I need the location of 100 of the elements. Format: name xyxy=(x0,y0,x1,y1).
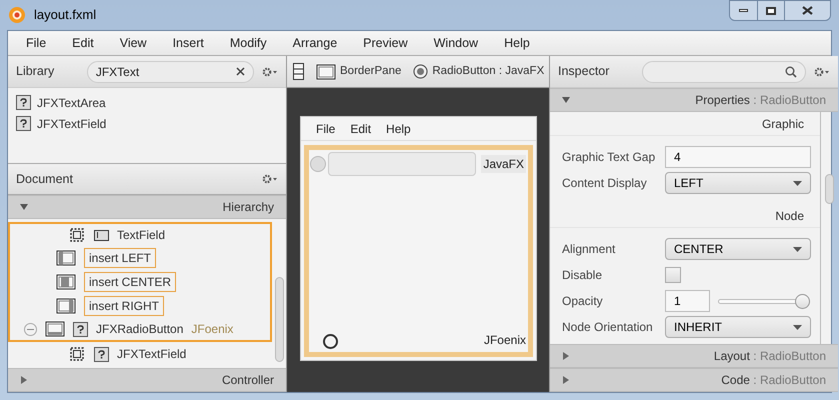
insert-placeholder: insert CENTER xyxy=(84,272,176,292)
unknown-component-icon xyxy=(94,346,109,362)
section-bar[interactable]: Hierarchy xyxy=(8,195,286,219)
slider-thumb[interactable] xyxy=(795,294,810,308)
section-subject: : RadioButton xyxy=(752,93,826,107)
border-pane-icon xyxy=(56,274,76,290)
minimize-button[interactable] xyxy=(730,1,758,20)
breadcrumb-item[interactable] xyxy=(293,63,304,80)
border-pane-icon xyxy=(45,321,65,337)
section-bar[interactable]: Controller xyxy=(8,368,286,392)
tree-row[interactable]: JFXRadioButton JFoenix xyxy=(8,318,272,342)
caret-icon xyxy=(793,324,802,330)
collapse-toggle-icon[interactable] xyxy=(24,322,37,336)
anchor-pane-icon xyxy=(68,226,86,244)
property-label: Graphic Text Gap xyxy=(562,149,656,166)
section-heading: Graphic xyxy=(762,116,804,132)
property-label: Content Display xyxy=(562,175,648,192)
scrollbar-thumb[interactable] xyxy=(825,174,834,204)
tree-row[interactable]: insert LEFT xyxy=(8,246,272,270)
property-label: Alignment xyxy=(562,241,616,258)
library-tag: JFoenix xyxy=(191,320,234,338)
dropdown[interactable]: INHERIT xyxy=(665,316,811,338)
preview-label: JavaFX xyxy=(481,155,526,173)
radio-button-icon xyxy=(413,64,428,79)
menu-item[interactable]: Arrange xyxy=(284,34,346,52)
property-label: Opacity xyxy=(562,293,604,310)
menu-item[interactable]: Edit xyxy=(64,34,102,52)
expand-arrow-icon[interactable] xyxy=(562,376,570,384)
app-logo-icon xyxy=(8,6,26,24)
scrollbar-thumb[interactable] xyxy=(274,277,284,362)
anchor-pane-icon xyxy=(68,345,86,363)
border-pane-icon xyxy=(56,250,76,266)
section-heading: Node xyxy=(775,208,804,224)
library-item[interactable]: JFXTextField xyxy=(16,113,278,134)
section-bar[interactable]: Layout : RadioButton xyxy=(550,344,838,368)
menu-item[interactable]: Preview xyxy=(355,34,416,52)
panel-title: Document xyxy=(16,170,73,188)
close-button[interactable] xyxy=(785,1,830,20)
search-field[interactable] xyxy=(642,60,806,82)
tree-label: TextField xyxy=(117,227,166,244)
settings-icon[interactable] xyxy=(262,174,278,184)
text-field[interactable] xyxy=(328,152,476,176)
menu-item[interactable]: View xyxy=(112,34,155,52)
insert-placeholder: insert RIGHT xyxy=(84,296,164,316)
vbox-icon xyxy=(293,63,304,80)
section-subject: : RadioButton xyxy=(752,373,826,387)
section-title: Code xyxy=(721,373,750,387)
collapse-arrow-icon[interactable] xyxy=(20,203,28,211)
section-bar[interactable]: Code : RadioButton xyxy=(550,368,838,392)
breadcrumb-item[interactable]: BorderPane xyxy=(316,62,402,80)
border-pane-icon xyxy=(316,64,336,80)
radio-button[interactable] xyxy=(323,334,338,349)
menu-item[interactable]: Window xyxy=(426,34,486,52)
unknown-component-icon xyxy=(16,95,31,110)
breadcrumb-item[interactable]: RadioButton : JavaFX xyxy=(413,62,544,80)
maximize-button[interactable] xyxy=(758,1,785,20)
menu-item[interactable]: Insert xyxy=(164,34,212,52)
menu-item[interactable]: Help xyxy=(496,34,538,52)
text-field[interactable]: 1 xyxy=(665,290,710,312)
preview-label: JFoenix xyxy=(484,332,526,349)
section-bar[interactable]: Properties : RadioButton xyxy=(550,88,838,112)
text-field[interactable]: 4 xyxy=(665,146,811,168)
dropdown[interactable]: LEFT xyxy=(665,172,811,194)
close-icon xyxy=(802,6,813,15)
tree-row[interactable]: TextField xyxy=(8,222,272,246)
menu-item[interactable]: File xyxy=(18,34,54,52)
section-title: Properties xyxy=(695,93,750,107)
tree-label: JFXTextField xyxy=(117,346,186,363)
menu-item[interactable]: Modify xyxy=(222,34,275,52)
property-label: Disable xyxy=(562,267,604,284)
section-title: Layout xyxy=(714,349,750,363)
settings-icon[interactable] xyxy=(814,66,830,76)
section-title: Controller xyxy=(222,373,274,387)
collapse-arrow-icon[interactable] xyxy=(562,96,570,104)
opacity-slider[interactable] xyxy=(718,294,810,308)
tree-row[interactable]: insert RIGHT xyxy=(8,294,272,318)
tree-row[interactable]: JFXTextField xyxy=(8,342,272,366)
insert-placeholder: insert LEFT xyxy=(84,248,156,268)
library-item[interactable]: JFXTextArea xyxy=(16,92,278,113)
tree-label: JFXRadioButton xyxy=(96,321,184,338)
settings-icon[interactable] xyxy=(262,66,278,76)
checkbox[interactable] xyxy=(665,267,681,283)
unknown-component-icon xyxy=(73,322,88,336)
text-field-icon xyxy=(94,230,109,240)
tree-row[interactable]: insert CENTER xyxy=(8,270,272,294)
caret-icon xyxy=(793,246,802,252)
window-title: layout.fxml xyxy=(34,6,96,24)
section-subject: : RadioButton xyxy=(752,349,826,363)
panel-title: Inspector xyxy=(558,63,610,80)
unknown-component-icon xyxy=(16,116,31,131)
search-field[interactable]: JFXText xyxy=(86,60,254,82)
property-label: Node Orientation xyxy=(562,319,654,336)
section-title: Hierarchy xyxy=(222,200,274,214)
expand-arrow-icon[interactable] xyxy=(20,376,28,384)
panel-title: Library xyxy=(16,63,56,80)
radio-button[interactable] xyxy=(310,156,326,172)
caret-icon xyxy=(793,180,802,186)
clear-icon[interactable] xyxy=(236,67,245,76)
dropdown[interactable]: CENTER xyxy=(665,238,811,260)
expand-arrow-icon[interactable] xyxy=(562,352,570,360)
